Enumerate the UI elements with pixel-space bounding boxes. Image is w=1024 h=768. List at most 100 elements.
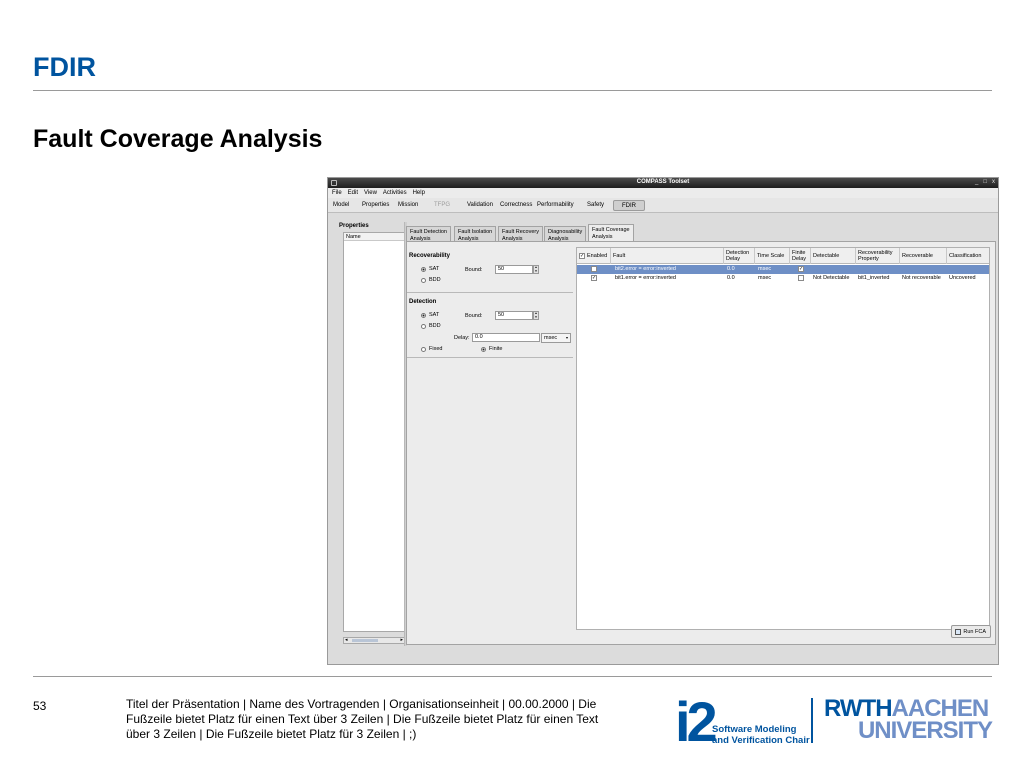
bound-stepper-icon[interactable]: ▴ ▾ [533,265,539,274]
recoverability-sat-option[interactable]: SAT [421,266,439,272]
run-fca-label: Run FCA [963,628,986,635]
tab-label-line1: Fault Coverage [592,227,630,233]
row-finite-delay-checkbox[interactable]: ✓ [798,266,804,272]
toolbar-fdir[interactable]: FDIR [613,200,645,211]
tab-fault-coverage-analysis[interactable]: Fault Coverage Analysis [588,224,634,242]
page-number: 53 [33,699,47,713]
chair-logo-number: i2 [675,690,718,753]
analysis-settings: Recoverability SAT BDD Bound: 50 ▴ ▾ Dete… [407,242,575,644]
radio-button[interactable] [421,346,426,352]
radio-button[interactable] [421,312,426,318]
radio-button[interactable] [421,277,426,283]
detection-bound-label: Bound: [465,313,483,319]
column-fault[interactable]: Fault [611,248,724,264]
column-recoverability-property[interactable]: Recoverability Property [856,248,900,264]
main-toolbar: Model Properties Mission TFPG Validation… [328,198,998,213]
row-classification: Uncovered [949,275,976,281]
row-time-scale: msec [758,275,772,281]
row-fault: bit2.error = error:inverted [615,266,676,272]
column-label-line1: Finite [792,249,806,256]
row-recoverable: Not recoverable [902,275,941,281]
tab-fault-isolation-analysis[interactable]: Fault Isolation Analysis [454,226,497,242]
properties-title: Properties [339,223,369,229]
toolbar-properties[interactable]: Properties [362,202,389,208]
row-detection-delay: 0.0 [727,275,735,281]
properties-scrollbar[interactable]: ◂ ▸ [343,637,405,644]
row-enabled-checkbox[interactable]: ✓ [591,275,597,281]
window-titlebar[interactable]: COMPASS Toolset _ □ x [328,178,998,188]
menu-activities[interactable]: Activities [383,190,407,196]
toolbar-correctness[interactable]: Correctness [500,202,532,208]
scrollbar-thumb[interactable] [352,639,378,642]
radio-button[interactable] [421,323,426,329]
column-classification[interactable]: Classification [947,248,991,264]
toolbar-mission[interactable]: Mission [398,202,418,208]
detection-bound-input[interactable]: 50 [495,311,533,320]
fault-coverage-panel: Recoverability SAT BDD Bound: 50 ▴ ▾ Dete… [406,241,996,645]
table-row[interactable]: bit2.error = error:inverted 0.0 msec ✓ [577,265,989,274]
close-icon[interactable]: x [992,179,995,185]
properties-panel: Properties Name ◂ ▸ [333,222,405,646]
recoverability-bdd-option[interactable]: BDD [421,277,441,283]
scroll-right-icon[interactable]: ▸ [400,637,403,643]
tab-diagnosability-analysis[interactable]: Diagnosability Analysis [544,226,587,242]
row-fault: bit1.error = error:inverted [615,275,676,281]
maximize-icon[interactable]: □ [983,179,987,185]
properties-table[interactable]: Name [343,232,405,632]
recoverability-bound-input[interactable]: 50 [495,265,533,274]
run-fca-button[interactable]: Run FCA [951,625,991,638]
toolbar-validation[interactable]: Validation [467,202,493,208]
row-enabled-checkbox[interactable] [591,266,597,272]
column-detectable[interactable]: Detectable [811,248,856,264]
logo-divider [811,698,813,743]
delay-unit-select[interactable]: msec ▾ [541,333,571,343]
column-detection-delay[interactable]: Detection Delay [724,248,755,264]
option-label: Fixed [429,346,443,352]
radio-button[interactable] [481,346,486,352]
option-label: Finite [489,346,503,352]
detection-bdd-option[interactable]: BDD [421,323,441,329]
delay-finite-option[interactable]: Finite [481,346,502,352]
delay-fixed-option[interactable]: Fixed [421,346,442,352]
toolbar-performability[interactable]: Performability [537,202,574,208]
tab-label-line1: Diagnosability [548,229,583,235]
bound-stepper-icon[interactable]: ▴ ▾ [533,311,539,320]
detection-delay-input[interactable]: 0.0 [472,333,540,342]
column-finite-delay[interactable]: Finite Delay [790,248,811,264]
menu-help[interactable]: Help [413,190,425,196]
chair-logo: i2 Software Modeling and Verification Ch… [675,694,810,750]
detection-sat-option[interactable]: SAT [421,312,439,318]
chevron-down-icon: ▾ [565,335,568,340]
option-label: SAT [429,266,440,272]
run-icon [955,628,962,635]
slide-title: FDIR [33,52,96,82]
column-time-scale[interactable]: Time Scale [755,248,790,264]
row-finite-delay-checkbox[interactable] [798,275,804,281]
menu-edit[interactable]: Edit [348,190,358,196]
section-divider [407,357,573,358]
minimize-icon[interactable]: _ [975,179,978,185]
recoverability-title: Recoverability [409,253,451,259]
menu-view[interactable]: View [364,190,377,196]
tab-fault-detection-analysis[interactable]: Fault Detection Analysis [406,226,451,242]
window-controls: _ □ x [975,179,995,185]
properties-column-name[interactable]: Name [344,233,404,241]
fault-coverage-table: ✓ Enabled Fault Detection Delay Time Scal… [576,247,990,630]
detection-delay-label: Delay: [454,335,470,341]
row-detection-delay: 0.0 [727,266,735,272]
menu-file[interactable]: File [332,190,342,196]
table-row[interactable]: ✓ bit1.error = error:inverted 0.0 msec N… [577,274,989,283]
radio-button[interactable] [421,266,426,272]
toolbar-tfpg[interactable]: TFPG [434,202,450,208]
select-all-checkbox[interactable]: ✓ [579,253,585,259]
toolbar-model[interactable]: Model [333,202,349,208]
option-label: SAT [429,312,440,318]
column-enabled[interactable]: ✓ Enabled [577,248,611,264]
recoverability-bound-label: Bound: [465,267,483,273]
rwth-logo-line2: UNIVERSITY [857,717,993,744]
column-recoverable[interactable]: Recoverable [900,248,947,264]
tab-fault-recovery-analysis[interactable]: Fault Recovery Analysis [498,226,543,242]
toolbar-safety[interactable]: Safety [587,202,604,208]
compass-app-window: COMPASS Toolset _ □ x File Edit View Act… [327,177,999,665]
scroll-left-icon[interactable]: ◂ [345,637,348,643]
